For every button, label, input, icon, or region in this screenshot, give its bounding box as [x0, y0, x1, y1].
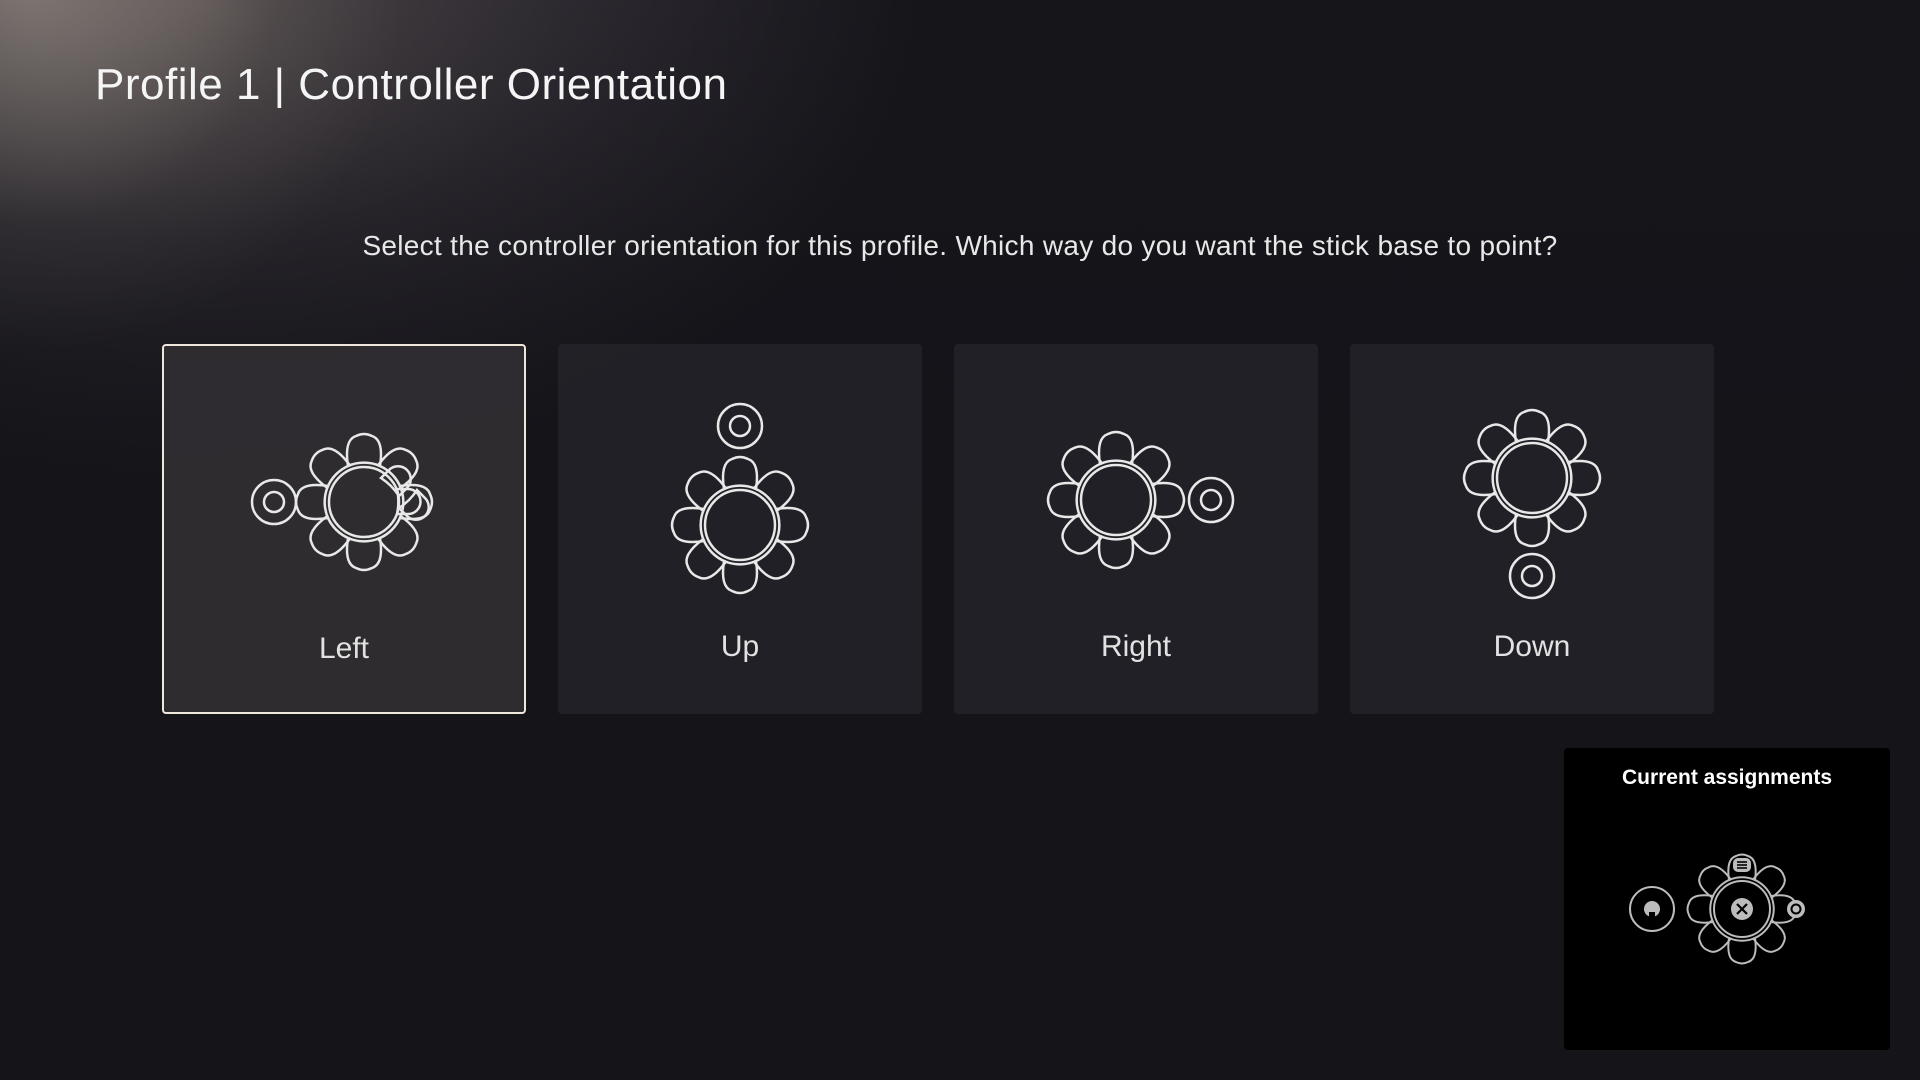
ps-button-icon [1644, 901, 1660, 918]
option-label: Down [1494, 630, 1571, 664]
option-label: Left [319, 632, 369, 666]
current-assignments-title: Current assignments [1622, 766, 1832, 790]
option-label: Right [1101, 630, 1171, 664]
instruction-text: Select the controller orientation for th… [0, 230, 1920, 262]
orientation-option-up[interactable]: Up [558, 344, 922, 714]
options-button-icon [1733, 858, 1751, 872]
circle-button-icon [1787, 900, 1805, 918]
controller-icon-up [558, 380, 922, 620]
controller-icon-down [1350, 380, 1714, 620]
orientation-option-right[interactable]: Right [954, 344, 1318, 714]
current-assignments-diagram [1607, 804, 1847, 1004]
option-label: Up [721, 630, 759, 664]
orientation-option-left[interactable]: Left [162, 344, 526, 714]
current-assignments-panel: Current assignments [1564, 748, 1890, 1050]
page-title: Profile 1 | Controller Orientation [95, 60, 727, 110]
orientation-options-row: Left [162, 344, 1714, 714]
cross-button-icon [1731, 898, 1753, 920]
orientation-option-down[interactable]: Down [1350, 344, 1714, 714]
controller-icon-left [164, 382, 524, 622]
controller-icon-right [954, 380, 1318, 620]
